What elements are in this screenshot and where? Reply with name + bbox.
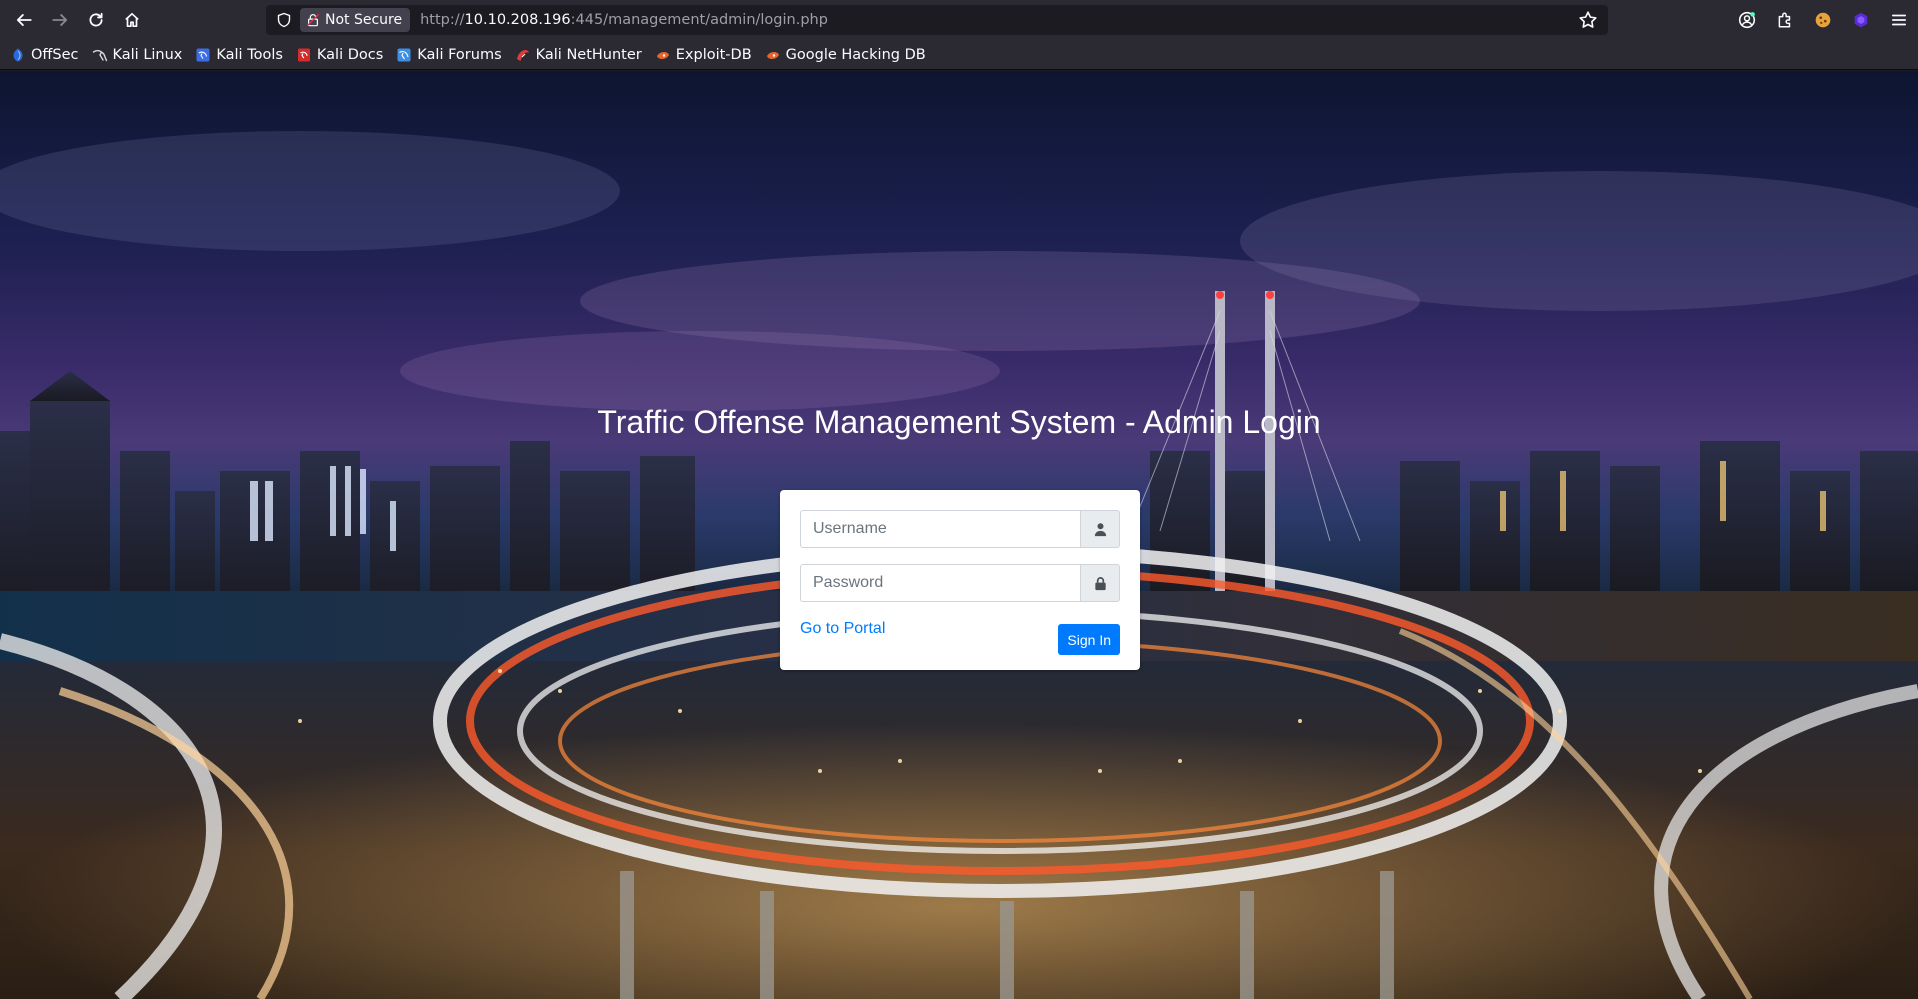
login-card-footer: Go to Portal Sign In: [800, 618, 1120, 655]
hamburger-menu-icon: [1891, 14, 1907, 26]
bookmark-label: Kali Docs: [316, 46, 384, 63]
connection-security-badge[interactable]: Not Secure: [300, 8, 411, 32]
bookmark-star-icon[interactable]: [1578, 10, 1598, 30]
username-input[interactable]: [800, 510, 1080, 548]
ghdb-icon: [765, 47, 781, 63]
back-arrow-icon: [16, 14, 32, 26]
bookmark-google-hacking-db[interactable]: Google Hacking DB: [765, 47, 926, 63]
username-input-group: [800, 510, 1120, 548]
url-path: :445/management/admin/login.php: [570, 12, 828, 28]
bookmark-kali-linux[interactable]: Kali Linux: [92, 46, 183, 63]
user-icon: [1094, 522, 1106, 536]
bookmark-kali-forums[interactable]: Kali Forums: [396, 46, 502, 63]
toolbar-right-icons: [1728, 0, 1918, 40]
bookmark-offsec[interactable]: OffSec: [10, 47, 79, 63]
url-host: 10.10.208.196: [464, 12, 571, 28]
bookmark-label: Google Hacking DB: [785, 46, 926, 63]
back-button[interactable]: [6, 4, 42, 36]
reload-button[interactable]: [78, 4, 114, 36]
cookie-extension-button[interactable]: [1804, 4, 1842, 36]
url-scheme: http://: [420, 12, 465, 28]
lock-icon: [1094, 576, 1106, 590]
app-menu-button[interactable]: [1880, 4, 1918, 36]
bookmark-kali-nethunter[interactable]: Kali NetHunter: [515, 47, 642, 63]
password-input-group: [800, 564, 1120, 602]
puzzle-extensions-icon: [1778, 12, 1791, 28]
forward-arrow-icon: [52, 14, 68, 26]
url-text[interactable]: http://10.10.208.196:445/management/admi…: [420, 12, 828, 28]
cookie-extension-icon: [1815, 12, 1831, 28]
browser-toolbar: Not Secure http://10.10.208.196:445/mana…: [0, 0, 1918, 40]
reload-icon: [89, 12, 103, 27]
kali-dragon-icon: [92, 47, 108, 63]
nethunter-icon: [515, 47, 531, 63]
page-viewport: Traffic Offense Management System - Admi…: [0, 71, 1918, 999]
username-addon: [1080, 510, 1120, 548]
unlocked-padlock-icon: [306, 13, 320, 27]
password-input[interactable]: [800, 564, 1080, 602]
offsec-icon: [10, 47, 26, 63]
bookmark-label: Kali Tools: [216, 46, 283, 63]
kali-docs-icon: [296, 47, 312, 63]
wappalyzer-extension-button[interactable]: [1842, 4, 1880, 36]
home-button[interactable]: [114, 4, 150, 36]
account-icon: [1738, 11, 1756, 29]
bookmark-kali-tools[interactable]: Kali Tools: [195, 47, 283, 63]
forward-button[interactable]: [42, 4, 78, 36]
bookmark-label: Exploit-DB: [675, 46, 752, 63]
sign-in-button[interactable]: Sign In: [1058, 624, 1120, 655]
password-addon: [1080, 564, 1120, 602]
extensions-button[interactable]: [1766, 4, 1804, 36]
not-secure-label: Not Secure: [325, 12, 403, 28]
page-title: Traffic Offense Management System - Admi…: [597, 404, 1321, 440]
bookmarks-toolbar: OffSec Kali Linux Kali Tools Kali Docs K…: [0, 40, 1918, 70]
purple-hexagon-extension-icon: [1854, 12, 1868, 28]
bookmark-kali-docs[interactable]: Kali Docs: [296, 47, 383, 63]
bookmark-label: Kali Linux: [112, 46, 183, 63]
account-button[interactable]: [1728, 4, 1766, 36]
bookmark-label: OffSec: [31, 46, 79, 63]
kali-tools-icon: [195, 47, 211, 63]
bookmark-label: Kali NetHunter: [535, 46, 642, 63]
kali-forums-icon: [396, 47, 412, 63]
bookmark-exploit-db[interactable]: Exploit-DB: [655, 47, 752, 63]
tracking-protection-shield-icon[interactable]: [270, 5, 298, 35]
bookmark-label: Kali Forums: [417, 46, 502, 63]
go-to-portal-link[interactable]: Go to Portal: [800, 620, 885, 638]
url-bar[interactable]: Not Secure http://10.10.208.196:445/mana…: [266, 5, 1608, 35]
login-card: Go to Portal Sign In: [780, 490, 1140, 670]
exploit-db-icon: [655, 47, 671, 63]
home-icon: [125, 12, 139, 28]
